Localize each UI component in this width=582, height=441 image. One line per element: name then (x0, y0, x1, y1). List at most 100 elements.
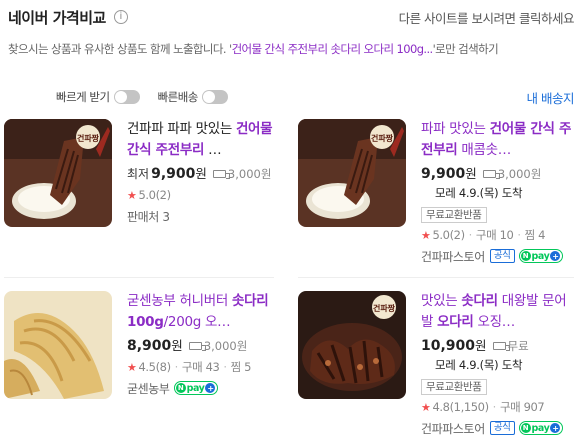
thumb-label: 건파짱 (371, 133, 394, 143)
product-title[interactable]: 파파 맛있는 건어물 간식 주전부리 매콤솟… (421, 119, 573, 161)
similar-products-notice: 찾으시는 상품과 유사한 상품도 함께 노출합니다. '건어물 간식 주전부리 … (8, 40, 574, 58)
shipping-value: 3,000원 (497, 167, 542, 181)
plus-icon: + (205, 383, 216, 393)
fast-delivery-label: 빠른배송 (157, 90, 199, 104)
review-count[interactable]: (8) (156, 360, 171, 374)
rating: 4.8 (432, 400, 450, 414)
star-icon: ★ (127, 188, 137, 202)
shipping-value: 3,000원 (227, 167, 272, 181)
separator: · (468, 228, 473, 242)
free-return-badge: 무료교환반품 (421, 207, 487, 223)
purchases-label: 구매 (499, 400, 521, 414)
arrival-estimate: 모레 4.9.(목) 도착 (435, 357, 573, 375)
wish-count: 5 (244, 360, 252, 374)
seller-name[interactable]: 건파파스토어 (421, 420, 485, 437)
product-title[interactable]: 건파파 파파 맛있는 건어물 간식 주전부리 … (127, 119, 279, 161)
product-card[interactable]: 굳센농부 허니버터 솟다리 100g/200g 오… 8,900 원 3,000원… (4, 291, 280, 403)
my-delivery-address-link[interactable]: 내 배송지 (527, 88, 575, 107)
npay-n-icon: N (520, 251, 531, 261)
review-count[interactable]: (2) (450, 228, 465, 242)
star-icon: ★ (127, 360, 137, 374)
rating: 5.0 (432, 228, 450, 242)
title-part: /200g 오… (163, 314, 231, 330)
fast-receive-label: 빠르게 받기 (56, 90, 110, 104)
title-part: 굳센농부 허니버터 (127, 293, 232, 309)
separator: · (517, 228, 521, 242)
truck-icon (212, 170, 230, 179)
shipping-fee: 3,000원 (212, 166, 272, 182)
seller-row: 건파파스토어 공식 Npay + (421, 419, 573, 437)
product-title[interactable]: 맛있는 솟다리 대왕발 문어발 오다리 오징… (421, 291, 573, 333)
product-image[interactable]: 건파짱 (4, 119, 112, 227)
info-icon[interactable]: i (113, 10, 128, 24)
npay-n-icon: N (520, 423, 531, 433)
title-part: 건파파 파파 맛있는 (127, 121, 236, 137)
separator: · (492, 400, 497, 414)
title-part: 오징… (473, 314, 515, 330)
npay-text: pay (531, 250, 550, 262)
review-count[interactable]: (2) (156, 188, 171, 202)
grilled-squid-legs-photo: 건파짱 (298, 291, 406, 399)
plus-icon: + (550, 251, 561, 261)
price-row: 최저 9,900 원 3,000원 (127, 163, 279, 183)
price-row: 8,900 원 3,000원 (127, 335, 279, 355)
product-card[interactable]: 건파짱 맛있는 솟다리 대왕발 문어발 오다리 오징… 10,900 원 무료 모… (298, 291, 574, 439)
currency: 원 (475, 338, 487, 353)
star-icon: ★ (421, 228, 431, 242)
title-keyword: 솟다리 (461, 293, 498, 309)
rating-row: ★ 5.0 (2) · 구매 10 · 찜 4 (421, 226, 573, 244)
truck-icon (482, 170, 500, 179)
purchases-count: 43 (205, 360, 220, 374)
product-image[interactable]: 건파짱 (298, 119, 406, 227)
arrival-text: 도착 (501, 358, 523, 372)
currency: 원 (171, 338, 183, 353)
separator: · (223, 360, 227, 374)
product-image[interactable]: 건파짱 (298, 291, 406, 399)
header: 네이버 가격비교 i 다른 사이트를 보시려면 클릭하세요 (8, 6, 575, 28)
title-part: 매콤솟… (457, 142, 511, 158)
seller-name[interactable]: 건파파스토어 (421, 248, 485, 265)
title-keyword: 오다리 (437, 314, 474, 330)
truck-icon (188, 342, 206, 351)
notice-prefix: 찾으시는 상품과 유사한 상품도 함께 노출합니다. ' (8, 42, 232, 56)
rating-row: ★ 4.8 (1,150) · 구매 907 (421, 398, 573, 416)
purchases-label: 구매 (181, 360, 203, 374)
free-return-badge: 무료교환반품 (421, 379, 487, 395)
review-count[interactable]: (1,150) (450, 400, 490, 414)
fast-receive-toggle[interactable] (113, 90, 140, 104)
rating: 5.0 (138, 188, 156, 202)
product-card[interactable]: 건파짱 건파파 파파 맛있는 건어물 간식 주전부리 … 최저 9,900 원 3… (4, 119, 280, 231)
wish-label: 찜 (230, 360, 242, 374)
query-only-search-link[interactable]: 건어물 간식 주전부리 솟다리 오다리 100g... (232, 42, 434, 56)
price: 9,900 (421, 166, 466, 182)
product-title[interactable]: 굳센농부 허니버터 솟다리 100g/200g 오… (127, 291, 279, 333)
seller-count[interactable]: 판매처 3 (127, 207, 279, 225)
wish-label: 찜 (524, 228, 536, 242)
dried-squid-dip-photo: 건파짱 (298, 119, 406, 227)
title-part: 파파 맛있는 (421, 121, 490, 137)
shipping-fee: 무료 (492, 338, 529, 354)
official-badge: 공식 (489, 421, 515, 435)
thumb-label: 건파짱 (373, 303, 396, 313)
arrival-day: 모레 4.9.(목) (435, 186, 499, 200)
lowest-price-label: 최저 (127, 167, 150, 181)
price-row: 9,900 원 3,000원 (421, 163, 573, 183)
npay-badge: Npay + (173, 381, 219, 395)
dried-squid-dip-photo: 건파짱 (4, 119, 112, 227)
title-part: 맛있는 (421, 293, 462, 309)
currency: 원 (195, 166, 207, 181)
shipping-fee: 3,000원 (188, 338, 247, 354)
price: 9,900 (151, 166, 196, 182)
thumb-label: 건파짱 (77, 133, 100, 143)
purchases-label: 구매 (475, 228, 497, 242)
fast-delivery-toggle[interactable] (201, 90, 228, 104)
currency: 원 (465, 166, 477, 181)
other-sites-link[interactable]: 다른 사이트를 보시려면 클릭하세요 (399, 8, 575, 27)
title-part: … (204, 142, 222, 158)
product-card[interactable]: 건파짱 파파 맛있는 건어물 간식 주전부리 매콤솟… 9,900 원 3,000… (298, 119, 574, 269)
honey-butter-squid-photo (4, 291, 112, 399)
purchases-count: 10 (499, 228, 514, 242)
product-image[interactable] (4, 291, 112, 399)
seller-name[interactable]: 굳센농부 (127, 380, 170, 397)
price: 10,900 (421, 338, 476, 354)
